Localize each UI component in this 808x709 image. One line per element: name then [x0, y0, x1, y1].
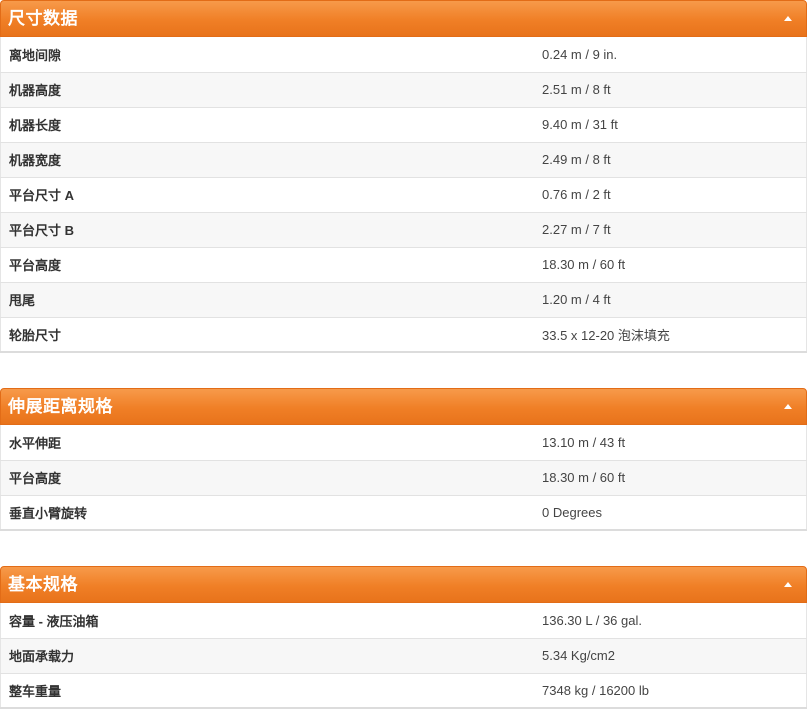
spec-label: 地面承载力 — [9, 649, 75, 664]
table-row: 离地间隙 0.24 m / 9 in. — [0, 37, 807, 72]
spec-section-reach: 伸展距离规格 水平伸距 13.10 m / 43 ft 平台高度 18.30 m… — [0, 388, 807, 531]
spec-value: 0.24 m / 9 in. — [542, 46, 618, 62]
spec-value: 18.30 m / 60 ft — [542, 470, 626, 485]
spec-value: 0.76 m / 2 ft — [542, 187, 611, 202]
section-header[interactable]: 基本规格 — [0, 566, 807, 603]
spec-value: 5.34 Kg/cm2 — [542, 648, 615, 663]
chevron-up-icon[interactable] — [784, 16, 792, 21]
spec-label: 机器高度 — [9, 83, 62, 98]
table-row: 水平伸距 13.10 m / 43 ft — [0, 425, 807, 460]
table-row: 平台高度 18.30 m / 60 ft — [0, 247, 807, 282]
spec-section-dimensions: 尺寸数据 离地间隙 0.24 m / 9 in. 机器高度 2.51 m / 8… — [0, 0, 807, 353]
spec-table: 水平伸距 13.10 m / 43 ft 平台高度 18.30 m / 60 f… — [0, 425, 807, 531]
table-row: 容量 - 液压油箱 136.30 L / 36 gal. — [0, 603, 807, 638]
spec-value: 2.27 m / 7 ft — [542, 222, 611, 237]
spec-label: 机器长度 — [9, 118, 62, 133]
spec-label: 机器宽度 — [9, 153, 62, 168]
spec-label: 整车重量 — [9, 683, 62, 699]
spec-label: 平台高度 — [9, 258, 62, 273]
spec-label: 甩尾 — [9, 293, 36, 308]
spec-table: 容量 - 液压油箱 136.30 L / 36 gal. 地面承载力 5.34 … — [0, 603, 807, 709]
table-row: 机器高度 2.51 m / 8 ft — [0, 72, 807, 107]
spec-value: 1.20 m / 4 ft — [542, 292, 611, 307]
table-row: 垂直小臂旋转 0 Degrees — [0, 495, 807, 530]
table-row: 机器宽度 2.49 m / 8 ft — [0, 142, 807, 177]
spec-label: 平台尺寸 A — [9, 188, 75, 203]
spec-value: 9.40 m / 31 ft — [542, 117, 618, 132]
table-row: 地面承载力 5.34 Kg/cm2 — [0, 638, 807, 673]
spec-label: 轮胎尺寸 — [9, 327, 62, 343]
spec-label: 平台尺寸 B — [9, 223, 75, 238]
table-row: 平台尺寸 B 2.27 m / 7 ft — [0, 212, 807, 247]
spec-value: 18.30 m / 60 ft — [542, 257, 626, 272]
table-row: 机器长度 9.40 m / 31 ft — [0, 107, 807, 142]
spec-label: 垂直小臂旋转 — [9, 505, 88, 521]
spec-value: 2.49 m / 8 ft — [542, 152, 611, 167]
spec-value: 2.51 m / 8 ft — [542, 82, 611, 97]
table-row: 轮胎尺寸 33.5 x 12-20 泡沫填充 — [0, 317, 807, 352]
section-title: 伸展距离规格 — [8, 397, 113, 417]
chevron-up-icon[interactable] — [784, 404, 792, 409]
spec-value: 136.30 L / 36 gal. — [542, 612, 642, 628]
table-row: 整车重量 7348 kg / 16200 lb — [0, 673, 807, 708]
section-header[interactable]: 伸展距离规格 — [0, 388, 807, 425]
section-title: 尺寸数据 — [8, 9, 78, 29]
table-row: 平台高度 18.30 m / 60 ft — [0, 460, 807, 495]
spec-label: 水平伸距 — [9, 435, 62, 451]
spec-label: 容量 - 液压油箱 — [9, 613, 99, 629]
spec-table: 离地间隙 0.24 m / 9 in. 机器高度 2.51 m / 8 ft 机… — [0, 37, 807, 353]
section-title: 基本规格 — [8, 575, 78, 595]
spec-label: 平台高度 — [9, 471, 62, 486]
table-row: 平台尺寸 A 0.76 m / 2 ft — [0, 177, 807, 212]
spec-value: 0 Degrees — [542, 504, 602, 520]
spec-value: 33.5 x 12-20 泡沫填充 — [542, 327, 670, 343]
spec-section-basic: 基本规格 容量 - 液压油箱 136.30 L / 36 gal. 地面承载力 … — [0, 566, 807, 709]
chevron-up-icon[interactable] — [784, 582, 792, 587]
spec-label: 离地间隙 — [9, 47, 62, 63]
section-header[interactable]: 尺寸数据 — [0, 0, 807, 37]
spec-value: 7348 kg / 16200 lb — [542, 682, 649, 698]
table-row: 甩尾 1.20 m / 4 ft — [0, 282, 807, 317]
spec-value: 13.10 m / 43 ft — [542, 434, 626, 450]
